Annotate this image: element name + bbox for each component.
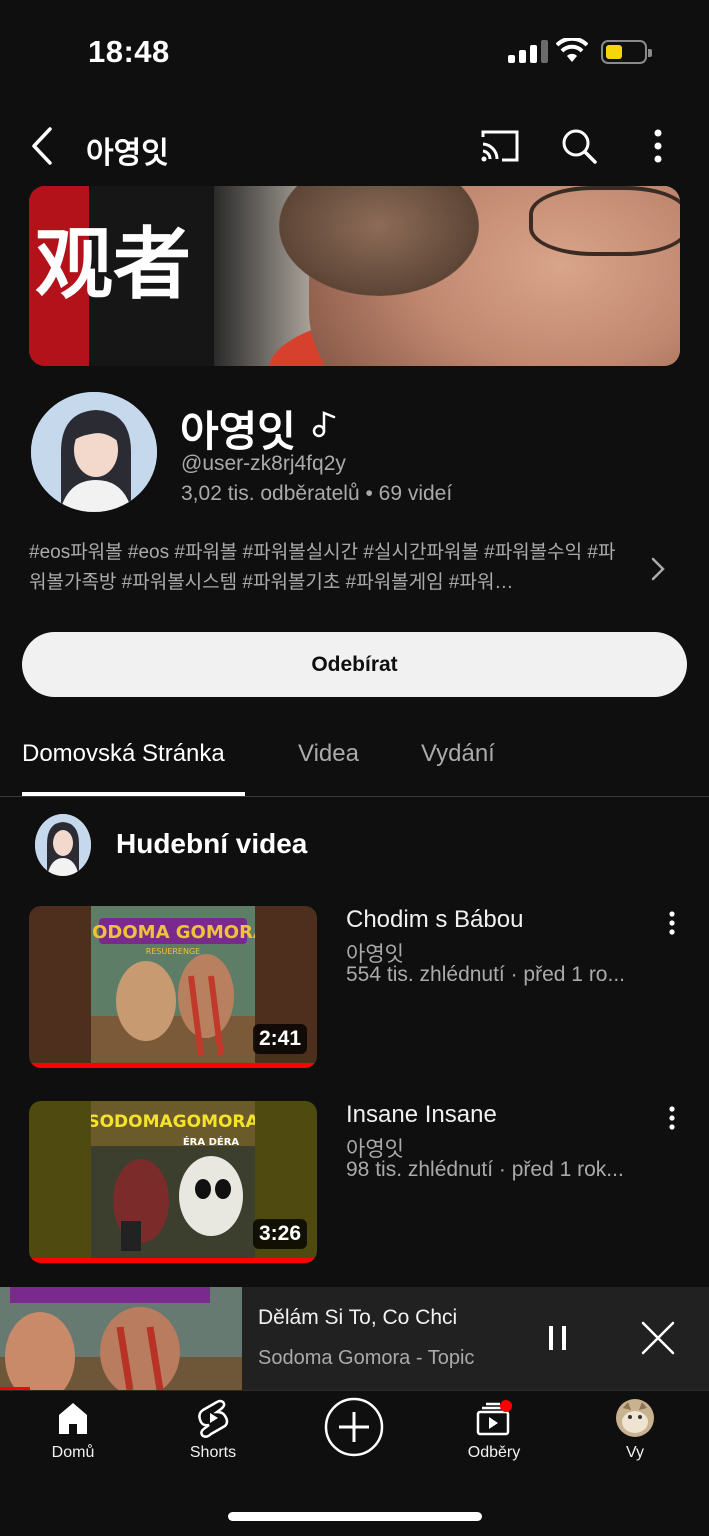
cellular-signal-icon	[508, 40, 548, 63]
video-title[interactable]: Insane Insane	[346, 1101, 497, 1129]
watch-progress-bar	[29, 1063, 317, 1068]
close-icon[interactable]	[640, 1320, 676, 1361]
channel-handle: @user-zk8rj4fq2y	[181, 452, 346, 475]
channel-stats: 3,02 tis. odběratelů • 69 videí	[181, 482, 453, 505]
create-icon	[324, 1397, 384, 1457]
video-more-icon[interactable]	[664, 1105, 680, 1136]
video-thumbnail[interactable]: SODOMA GOMORA RESUERENGE 2:41	[29, 906, 317, 1068]
nav-subscriptions[interactable]: Odběry	[439, 1398, 549, 1462]
battery-icon	[601, 40, 652, 64]
banner-overlay-text: 观者	[35, 220, 192, 310]
album-art-subtitle: RESUERENGE	[146, 947, 200, 956]
nav-you-label: Vy	[625, 1444, 645, 1461]
nav-home-label: Domů	[51, 1444, 95, 1461]
mini-player-title[interactable]: Dělám Si To, Co Chci	[258, 1306, 457, 1330]
more-options-icon[interactable]	[648, 128, 668, 169]
channel-avatar[interactable]	[29, 390, 159, 514]
section-avatar	[35, 814, 91, 876]
page-title: 아영잇	[86, 137, 169, 170]
nav-subscriptions-label: Odběry	[467, 1444, 521, 1461]
nav-you[interactable]: Vy	[580, 1398, 690, 1462]
nav-home[interactable]: Domů	[18, 1398, 128, 1462]
tab-releases[interactable]: Vydání	[421, 740, 495, 768]
video-title[interactable]: Chodim s Bábou	[346, 906, 523, 934]
subscribe-button[interactable]: Odebírat	[22, 632, 687, 697]
wifi-icon	[555, 36, 589, 69]
tab-home[interactable]: Domovská Stránka	[22, 740, 225, 768]
tab-divider	[0, 796, 709, 797]
video-more-icon[interactable]	[664, 910, 680, 941]
subscriptions-icon	[476, 1400, 512, 1436]
section-title: Hudební videa	[116, 828, 308, 859]
video-meta: 554 tis. zhlédnutí · před 1 ro...	[346, 963, 625, 986]
nav-create[interactable]	[299, 1396, 409, 1458]
album-art-subtitle: ÉRA DÉRA	[183, 1135, 240, 1148]
tab-videos[interactable]: Videa	[298, 740, 359, 768]
video-duration: 2:41	[252, 1024, 307, 1054]
mini-player-subtitle: Sodoma Gomora - Topic	[258, 1347, 475, 1369]
channel-name: 아영잇	[180, 408, 296, 455]
video-thumbnail[interactable]: SODOMAGOMORA ÉRA DÉRA 3:26	[29, 1101, 317, 1263]
profile-avatar	[616, 1399, 654, 1437]
back-button[interactable]	[30, 126, 54, 171]
watch-progress-bar	[29, 1258, 317, 1263]
home-icon	[59, 1403, 87, 1434]
nav-shorts[interactable]: Shorts	[158, 1398, 268, 1462]
album-art-title: SODOMA GOMORA	[91, 922, 255, 943]
status-time: 18:48	[88, 34, 170, 69]
mini-player-thumbnail[interactable]	[0, 1287, 242, 1390]
home-indicator	[228, 1512, 482, 1521]
cast-icon[interactable]	[480, 128, 520, 169]
channel-banner: 观者	[29, 186, 680, 366]
shorts-icon	[198, 1399, 229, 1438]
search-icon[interactable]	[560, 127, 598, 170]
video-duration: 3:26	[252, 1219, 307, 1249]
album-art-title: SODOMAGOMORA	[91, 1112, 255, 1132]
channel-description[interactable]: #eos파워볼 #eos #파워볼 #파워볼실시간 #실시간파워볼 #파워볼수익…	[29, 538, 629, 598]
video-meta: 98 tis. zhlédnutí · před 1 rok...	[346, 1158, 624, 1181]
music-note-icon	[312, 410, 338, 443]
chevron-right-icon[interactable]	[650, 556, 666, 587]
pause-button[interactable]	[546, 1324, 570, 1357]
nav-shorts-label: Shorts	[189, 1444, 237, 1461]
